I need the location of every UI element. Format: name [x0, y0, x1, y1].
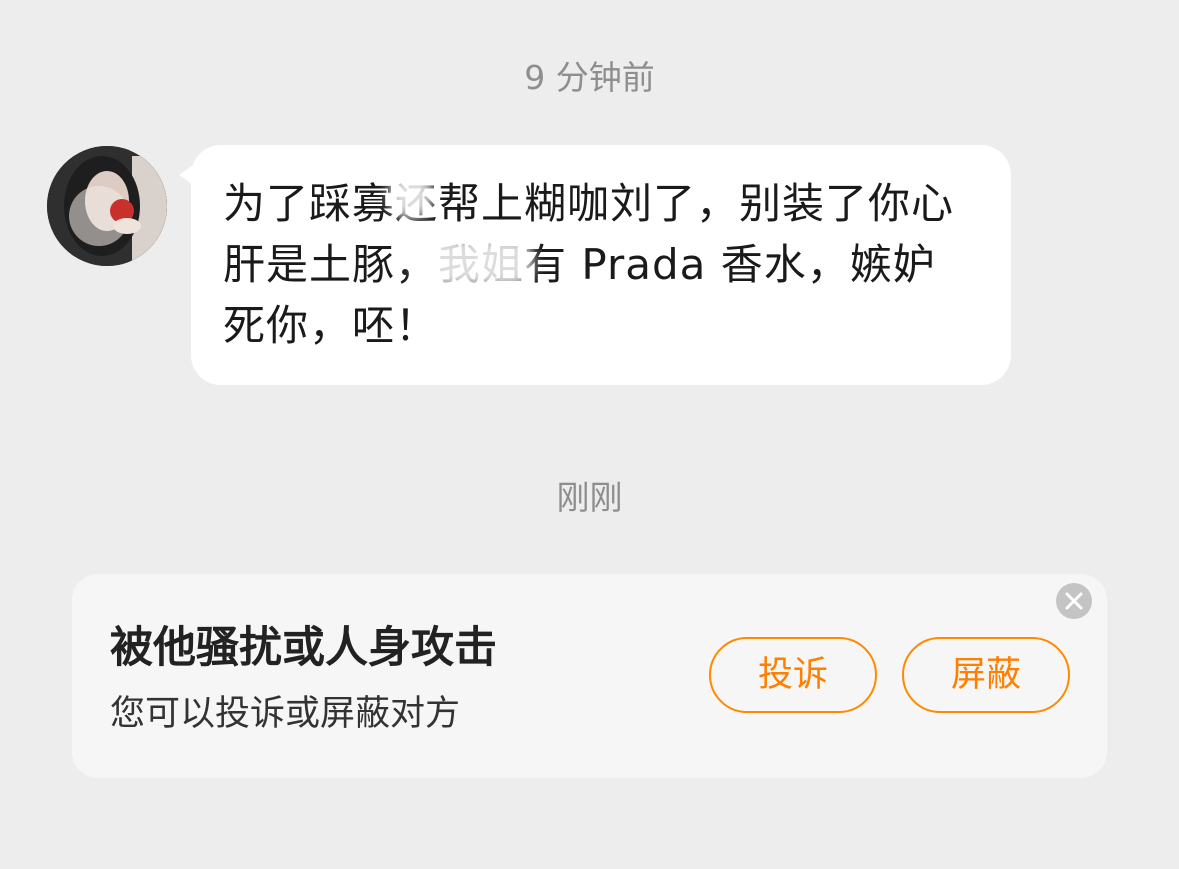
- avatar-image: [47, 146, 167, 266]
- report-button[interactable]: 投诉: [709, 637, 877, 713]
- message-bubble[interactable]: 为了踩寡还帮上糊咖刘了，别装了你心肝是土豚，我姐有 Prada 香水，嫉妒死你，…: [179, 145, 1011, 385]
- bubble-tail: [179, 165, 193, 185]
- report-card: 被他骚扰或人身攻击 您可以投诉或屏蔽对方 投诉 屏蔽: [72, 574, 1107, 778]
- message-text: 为了踩寡还帮上糊咖刘了，别装了你心肝是土豚，我姐有 Prada 香水，嫉妒死你，…: [223, 179, 955, 350]
- sender-avatar[interactable]: [47, 146, 167, 266]
- redaction-blur: [389, 171, 433, 219]
- redaction-blur: [413, 237, 533, 287]
- timestamp-recent: 刚刚: [556, 478, 623, 517]
- block-button[interactable]: 屏蔽: [902, 637, 1070, 713]
- close-icon[interactable]: [1056, 583, 1092, 619]
- report-card-subtitle: 您可以投诉或屏蔽对方: [110, 694, 461, 734]
- timestamp-earlier: 9 分钟前: [524, 58, 655, 97]
- report-card-title: 被他骚扰或人身攻击: [110, 623, 497, 673]
